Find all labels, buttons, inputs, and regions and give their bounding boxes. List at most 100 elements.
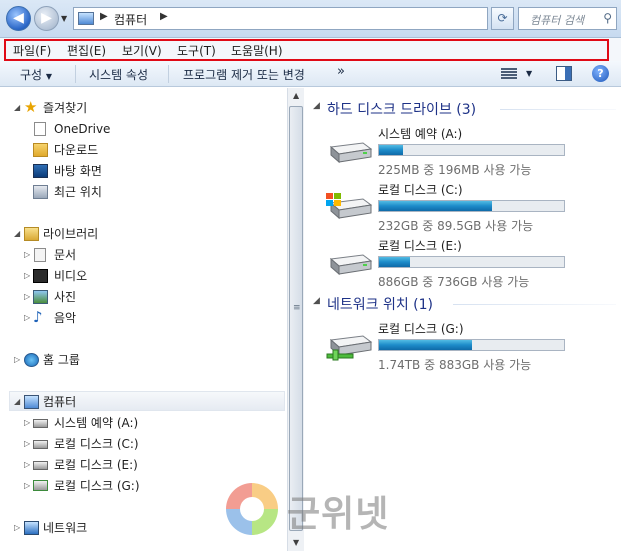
uninstall-program-button[interactable]: 프로그램 제거 또는 변경	[183, 66, 305, 83]
pictures-icon	[33, 290, 48, 304]
drive-icon	[33, 440, 48, 449]
group-divider	[453, 304, 616, 305]
drive-usage-bar	[378, 200, 565, 212]
drive-usage-fill	[379, 145, 404, 155]
menu-view[interactable]: 보기(V)	[122, 42, 162, 59]
nav-label: 다운로드	[54, 143, 99, 157]
menu-bar: 파일(F) 편집(E) 보기(V) 도구(T) 도움말(H)	[0, 38, 621, 61]
nav-computer[interactable]: ◢ 컴퓨터	[0, 392, 280, 412]
nav-item-videos[interactable]: ▷ 비디오	[0, 266, 280, 286]
menu-file[interactable]: 파일(F)	[13, 42, 51, 59]
help-icon[interactable]: ?	[592, 65, 609, 82]
preview-pane-button[interactable]	[556, 66, 572, 81]
nav-homegroup[interactable]: ▷ 홈 그룹	[0, 350, 280, 370]
forward-button[interactable]: ▶	[34, 6, 59, 31]
nav-item-music[interactable]: ▷ ♪ 음악	[0, 308, 280, 328]
nav-item-pictures[interactable]: ▷ 사진	[0, 287, 280, 307]
nav-label: 로컬 디스크 (E:)	[54, 458, 138, 472]
drive-item-e[interactable]: 로컬 디스크 (E:) 886GB 중 736GB 사용 가능	[323, 237, 613, 289]
nav-item-drive-c[interactable]: ▷ 로컬 디스크 (C:)	[0, 434, 280, 454]
expanded-arrow-icon[interactable]: ◢	[14, 224, 20, 244]
drive-item-a[interactable]: 시스템 예약 (A:) 225MB 중 196MB 사용 가능	[323, 125, 613, 177]
nav-libraries[interactable]: ◢ 라이브러리	[0, 224, 280, 244]
star-icon: ★	[24, 98, 38, 116]
drive-size: 1.74TB 중 883GB 사용 가능	[378, 358, 532, 372]
drive-name: 시스템 예약 (A:)	[378, 127, 463, 141]
nav-label: 로컬 디스크 (C:)	[54, 437, 139, 451]
network-icon	[24, 521, 39, 535]
nav-label: 최근 위치	[54, 185, 102, 199]
expanded-arrow-icon[interactable]: ◢	[313, 101, 320, 111]
search-icon[interactable]: ⚲	[603, 11, 612, 25]
menu-help[interactable]: 도움말(H)	[231, 42, 283, 59]
view-dropdown-icon[interactable]: ▼	[526, 69, 532, 78]
view-options-icon[interactable]	[501, 67, 517, 81]
expanded-arrow-icon[interactable]: ◢	[14, 98, 20, 118]
library-icon	[24, 227, 39, 241]
drive-size: 232GB 중 89.5GB 사용 가능	[378, 219, 534, 233]
drive-name: 로컬 디스크 (C:)	[378, 183, 463, 197]
collapsed-arrow-icon[interactable]: ▷	[24, 434, 30, 454]
group-divider	[500, 109, 616, 110]
breadcrumb-computer[interactable]: 컴퓨터	[114, 11, 147, 28]
nav-label: 컴퓨터	[43, 395, 77, 409]
nav-label: 라이브러리	[43, 227, 99, 241]
scroll-down-arrow-icon[interactable]: ▼	[293, 538, 299, 547]
collapsed-arrow-icon[interactable]: ▷	[24, 245, 30, 265]
nav-item-drive-e[interactable]: ▷ 로컬 디스크 (E:)	[0, 455, 280, 475]
menu-tools[interactable]: 도구(T)	[177, 42, 216, 59]
collapsed-arrow-icon[interactable]: ▷	[14, 350, 20, 370]
more-commands-button[interactable]: »	[337, 64, 345, 79]
search-box[interactable]: 컴퓨터 검색 ⚲	[518, 7, 617, 30]
search-placeholder: 컴퓨터 검색	[530, 14, 585, 27]
music-icon: ♪	[33, 308, 43, 326]
organize-label: 구성	[20, 68, 43, 82]
nav-item-documents[interactable]: ▷ 문서	[0, 245, 280, 265]
drive-icon	[33, 461, 48, 470]
drive-size: 886GB 중 736GB 사용 가능	[378, 275, 530, 289]
drive-item-g[interactable]: 로컬 디스크 (G:) 1.74TB 중 883GB 사용 가능	[323, 320, 613, 372]
nav-label: 즐겨찾기	[43, 101, 88, 115]
breadcrumb-arrow-icon[interactable]: ▶	[100, 11, 108, 22]
nav-label: OneDrive	[54, 122, 111, 136]
videos-icon	[33, 269, 48, 283]
nav-label: 로컬 디스크 (G:)	[54, 479, 140, 493]
nav-item-drive-a[interactable]: ▷ 시스템 예약 (A:)	[0, 413, 280, 433]
back-button[interactable]: ◀	[6, 6, 31, 31]
organize-button[interactable]: 구성 ▼	[20, 66, 52, 83]
menu-edit[interactable]: 편집(E)	[67, 42, 106, 59]
network-drive-icon	[33, 480, 48, 491]
nav-item-recent[interactable]: 최근 위치	[0, 182, 280, 202]
collapsed-arrow-icon[interactable]: ▷	[14, 518, 20, 538]
drive-usage-bar	[378, 256, 565, 268]
nav-item-onedrive[interactable]: OneDrive	[0, 119, 280, 139]
nav-item-downloads[interactable]: 다운로드	[0, 140, 280, 160]
expanded-arrow-icon[interactable]: ◢	[313, 296, 320, 306]
nav-label: 바탕 화면	[54, 164, 102, 178]
nav-label: 음악	[54, 311, 77, 325]
collapsed-arrow-icon[interactable]: ▷	[24, 476, 30, 496]
system-properties-button[interactable]: 시스템 속성	[89, 66, 148, 83]
scrollbar-thumb[interactable]	[289, 106, 303, 531]
nav-label: 문서	[54, 248, 77, 262]
documents-icon	[34, 248, 46, 262]
drive-usage-fill	[379, 340, 472, 350]
scroll-up-arrow-icon[interactable]: ▲	[293, 91, 299, 100]
collapsed-arrow-icon[interactable]: ▷	[24, 455, 30, 475]
refresh-button[interactable]: ⟳	[491, 7, 514, 30]
windows-drive-icon	[326, 193, 373, 220]
collapsed-arrow-icon[interactable]: ▷	[24, 308, 30, 328]
document-icon	[34, 122, 46, 136]
drive-item-c[interactable]: 로컬 디스크 (C:) 232GB 중 89.5GB 사용 가능	[323, 181, 613, 233]
collapsed-arrow-icon[interactable]: ▷	[24, 413, 30, 433]
breadcrumb[interactable]: ▶ 컴퓨터 ▶	[73, 7, 488, 30]
drive-usage-fill	[379, 201, 492, 211]
toolbar-divider	[75, 65, 76, 83]
collapsed-arrow-icon[interactable]: ▷	[24, 266, 30, 286]
recent-pages-chevron-icon[interactable]: ▼	[61, 14, 67, 23]
collapsed-arrow-icon[interactable]: ▷	[24, 287, 30, 307]
breadcrumb-arrow-icon[interactable]: ▶	[160, 11, 168, 22]
nav-favorites[interactable]: ◢ ★ 즐겨찾기	[0, 98, 280, 118]
expanded-arrow-icon[interactable]: ◢	[14, 392, 20, 412]
nav-item-desktop[interactable]: 바탕 화면	[0, 161, 280, 181]
